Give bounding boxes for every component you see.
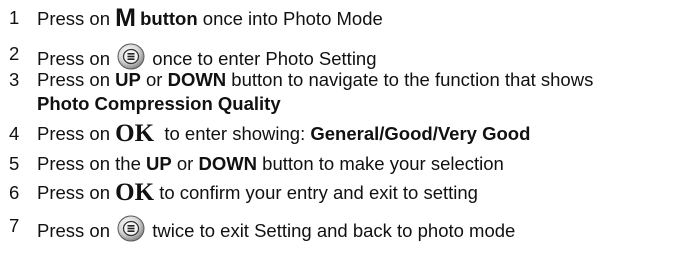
step-number: 5	[9, 153, 20, 174]
m-button-label: M	[115, 4, 136, 32]
step-text: Press on twice to exit Setting and back …	[37, 215, 515, 242]
photo-compression-quality-label: Photo Compression Quality	[37, 93, 281, 114]
step-number: 4	[9, 123, 20, 144]
menu-button-icon	[117, 215, 145, 242]
step-text: Press on once to enter Photo Setting	[37, 43, 377, 70]
menu-button-icon	[117, 43, 145, 70]
step-number: 6	[9, 182, 20, 203]
step-text: Press on OK to confirm your entry and ex…	[37, 179, 478, 206]
ok-button-label: OK	[115, 120, 155, 147]
step-text: Press on UP or DOWN button to navigate t…	[37, 69, 594, 90]
step-number: 1	[9, 7, 20, 28]
ok-button-label: OK	[115, 179, 155, 206]
step-number: 3	[9, 69, 20, 90]
step-number: 7	[9, 215, 20, 236]
step-text: Press on OK to enter showing: General/Go…	[37, 120, 531, 147]
step-number: 2	[9, 43, 20, 64]
step-text: Press on M button once into Photo Mode	[37, 4, 383, 32]
step-text: Press on the UP or DOWN button to make y…	[37, 153, 504, 174]
